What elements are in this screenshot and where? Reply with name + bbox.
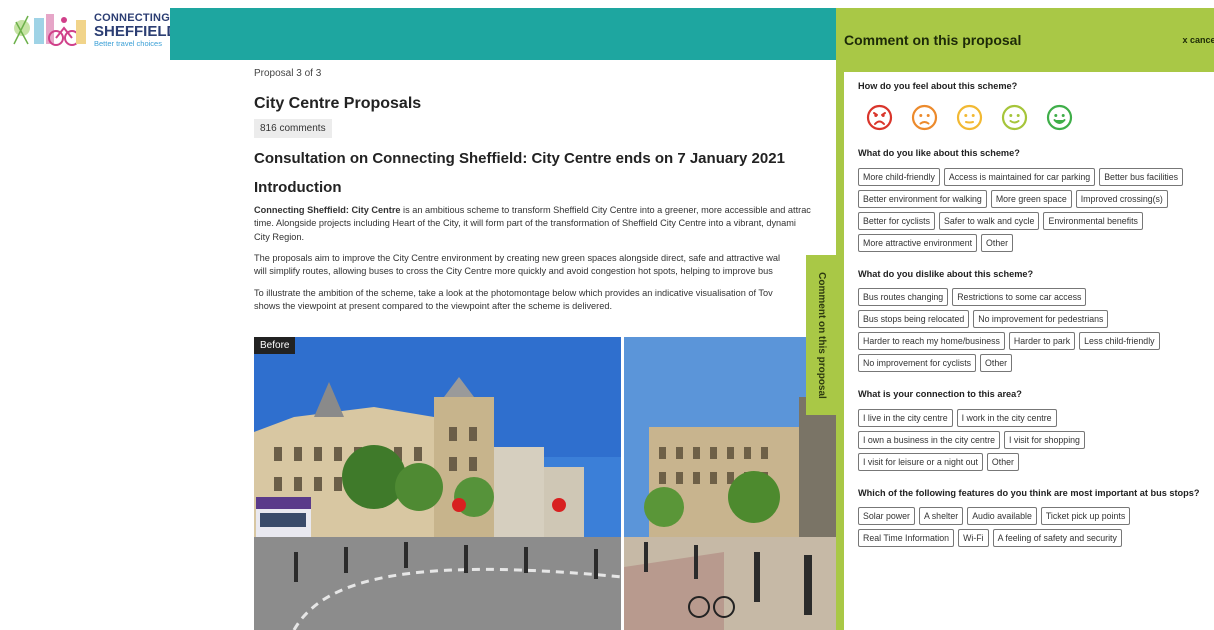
like-option-chip[interactable]: Other [981, 233, 1014, 252]
bus-stop-option-chip[interactable]: Ticket pick up points [1040, 507, 1131, 526]
bus-stop-option-chip[interactable]: A shelter [918, 507, 964, 526]
bus-stop-question: Which of the following features do you t… [858, 487, 1200, 498]
happy-face-icon[interactable] [1001, 104, 1028, 131]
before-label: Before [254, 337, 296, 354]
intro-p1-line1: is an ambitious scheme to transform Shef… [400, 205, 811, 215]
connection-options: I live in the city centre I work in the c… [858, 408, 1198, 471]
connection-option-chip[interactable]: I visit for shopping [1004, 430, 1085, 449]
connection-option-chip[interactable]: I work in the city centre [956, 408, 1057, 427]
intro-p1-line3: City Region. [254, 231, 305, 242]
very-unhappy-face-icon[interactable] [866, 104, 893, 131]
intro-p2-line1: The proposals aim to improve the City Ce… [254, 253, 780, 264]
comment-panel-header: Comment on this proposal x cancel [836, 8, 1214, 72]
before-after-photo-slider[interactable]: Before [254, 337, 836, 630]
dislike-option-chip[interactable]: Other [980, 354, 1013, 373]
like-option-chip[interactable]: Safer to walk and cycle [938, 211, 1040, 230]
dislike-option-chip[interactable]: Bus routes changing [858, 288, 949, 307]
intro-p3-line2: shows the viewpoint at present compared … [254, 301, 612, 312]
dislike-option-chip[interactable]: No improvement for pedestrians [973, 310, 1109, 329]
intro-p3-line1: To illustrate the ambition of the scheme… [254, 287, 773, 298]
dislike-option-chip[interactable]: Restrictions to some car access [952, 288, 1087, 307]
comment-side-tab-label: Comment on this proposal [815, 271, 827, 399]
intro-paragraph-3: To illustrate the ambition of the scheme… [254, 287, 834, 314]
connection-option-chip[interactable]: I own a business in the city centre [858, 430, 1001, 449]
consultation-heading: Consultation on Connecting Sheffield: Ci… [254, 150, 785, 167]
intro-paragraph-2: The proposals aim to improve the City Ce… [254, 252, 834, 279]
proposal-counter: Proposal 3 of 3 [254, 68, 322, 79]
comment-panel: Comment on this proposal x cancel How do… [836, 8, 1214, 630]
like-option-chip[interactable]: Better bus facilities [1099, 167, 1184, 186]
dislike-question: What do you dislike about this scheme? [858, 268, 1034, 279]
like-option-chip[interactable]: More attractive environment [858, 233, 978, 252]
like-option-chip[interactable]: Better environment for walking [858, 189, 987, 208]
like-option-chip[interactable]: Better for cyclists [858, 211, 935, 230]
like-option-chip[interactable]: More green space [990, 189, 1072, 208]
dislike-option-chip[interactable]: Harder to reach my home/business [858, 332, 1005, 351]
like-option-chip[interactable]: More child-friendly [858, 167, 940, 186]
dislike-option-chip[interactable]: Harder to park [1008, 332, 1076, 351]
comment-panel-title: Comment on this proposal [844, 32, 1022, 48]
dislike-options: Bus routes changing Restrictions to some … [858, 288, 1198, 373]
neutral-face-icon[interactable] [956, 104, 983, 131]
very-happy-face-icon[interactable] [1046, 104, 1073, 131]
comment-form: How do you feel about this scheme? What … [844, 72, 1214, 630]
logo-line-2: SHEFFIELD [94, 22, 178, 40]
bus-stop-options: Solar power A shelter Audio available Ticke… [858, 507, 1198, 548]
bus-stop-option-chip[interactable]: Audio available [967, 507, 1037, 526]
like-options: More child-friendly Access is maintained … [858, 167, 1198, 252]
connection-option-chip[interactable]: I visit for leisure or a night out [858, 452, 983, 471]
main-content: Proposal 3 of 3 City Centre Proposals 81… [254, 62, 834, 313]
like-option-chip[interactable]: Improved crossing(s) [1075, 189, 1168, 208]
dislike-option-chip[interactable]: No improvement for cyclists [858, 354, 977, 373]
dislike-option-chip[interactable]: Bus stops being relocated [858, 310, 970, 329]
bus-stop-option-chip[interactable]: Real Time Information [858, 529, 955, 548]
intro-p2-line2: will simplify routes, allowing buses to … [254, 266, 773, 277]
header-bar [170, 8, 840, 60]
feel-question: How do you feel about this scheme? [858, 81, 1018, 91]
logo-illustration [8, 8, 88, 52]
intro-bold-term: Connecting Sheffield: City Centre [254, 205, 401, 215]
comment-side-tab[interactable]: Comment on this proposal [806, 255, 836, 415]
introduction-heading: Introduction [254, 179, 342, 196]
comments-count-badge[interactable]: 816 comments [254, 119, 332, 138]
intro-paragraph-1: Connecting Sheffield: City Centre is an … [254, 204, 834, 244]
connection-option-chip[interactable]: I live in the city centre [858, 408, 953, 427]
sentiment-options [858, 104, 1200, 131]
logo-wordmark: CONNECTING SHEFFIELD Better travel choic… [94, 12, 178, 48]
page-title: City Centre Proposals [254, 95, 422, 112]
bus-stop-option-chip[interactable]: Wi-Fi [958, 529, 989, 548]
unhappy-face-icon[interactable] [911, 104, 938, 131]
logo-tagline: Better travel choices [94, 38, 162, 48]
cancel-button[interactable]: x cancel [1182, 35, 1214, 45]
dislike-option-chip[interactable]: Less child-friendly [1079, 332, 1160, 351]
like-option-chip[interactable]: Access is maintained for car parking [943, 167, 1096, 186]
connection-option-chip[interactable]: Other [986, 452, 1019, 471]
like-option-chip[interactable]: Environmental benefits [1043, 211, 1143, 230]
street-photomontage [254, 337, 836, 630]
bus-stop-option-chip[interactable]: A feeling of safety and security [992, 529, 1122, 548]
bus-stop-option-chip[interactable]: Solar power [858, 507, 915, 526]
intro-p1-line2: time. Alongside projects including Heart… [254, 218, 796, 229]
like-question: What do you like about this scheme? [858, 148, 1020, 159]
connection-question: What is your connection to this area? [858, 389, 1022, 400]
site-logo[interactable]: CONNECTING SHEFFIELD Better travel choic… [0, 0, 177, 60]
